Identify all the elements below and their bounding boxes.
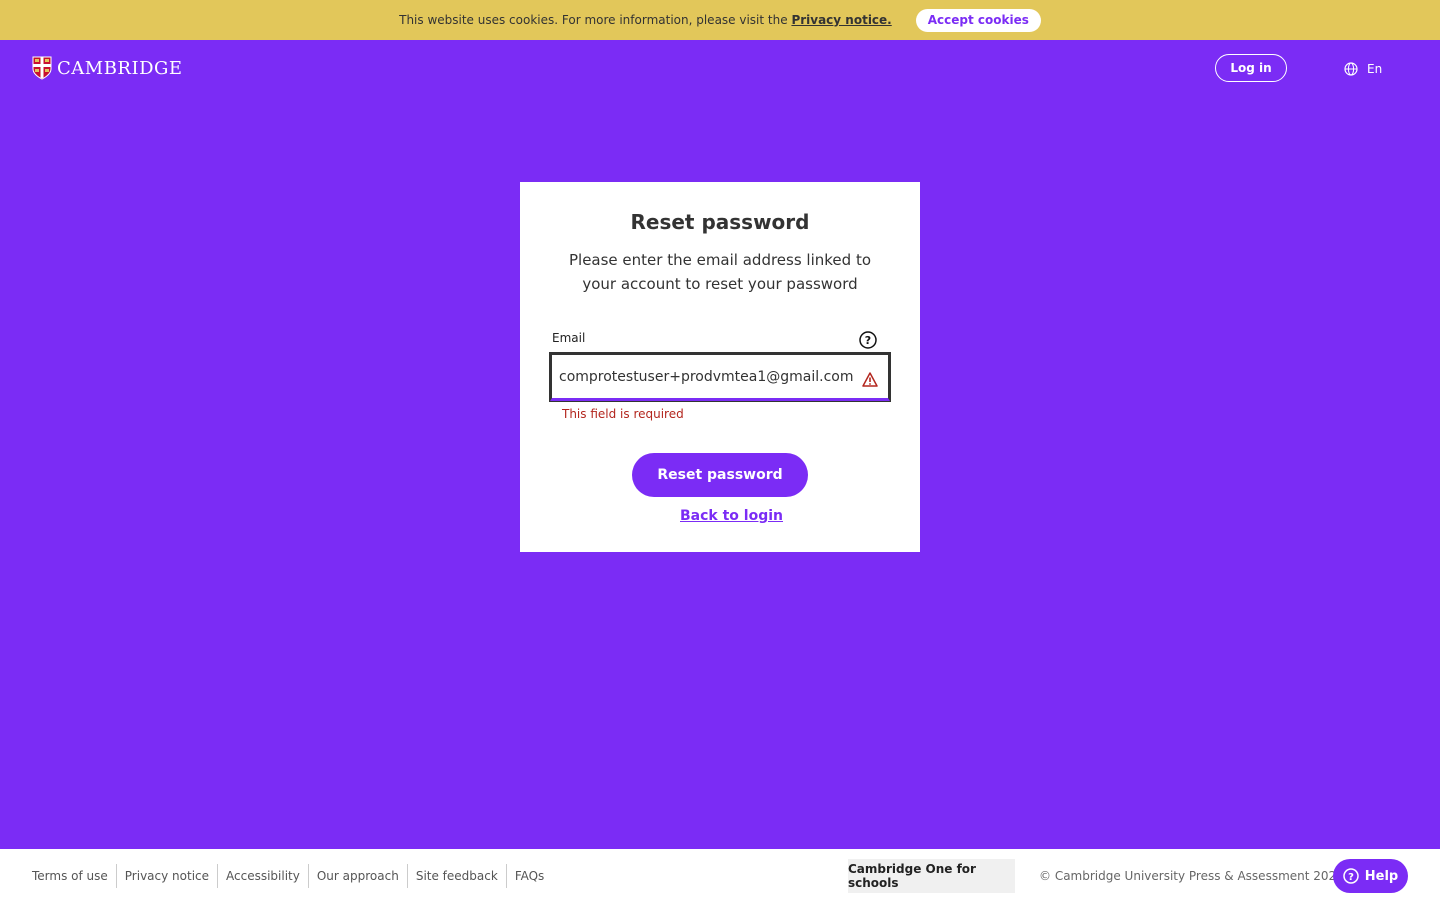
footer-link-feedback[interactable]: Site feedback xyxy=(406,864,506,888)
accept-cookies-button[interactable]: Accept cookies xyxy=(915,8,1041,32)
copyright-text: © Cambridge University Press & Assessmen… xyxy=(1039,869,1344,883)
instructions-text: Please enter the email address linked to… xyxy=(568,251,871,293)
svg-text:?: ? xyxy=(865,334,871,347)
cambridge-logo[interactable]: CAMBRIDGE xyxy=(32,56,183,80)
cookie-banner: This website uses cookies. For more info… xyxy=(0,0,1440,40)
email-label: Email xyxy=(552,331,586,345)
language-selector[interactable]: En xyxy=(1344,62,1382,76)
email-error-message: This field is required xyxy=(562,407,684,421)
back-to-login-link[interactable]: Back to login xyxy=(680,508,783,524)
product-badge: Cambridge One for schools xyxy=(848,859,1015,893)
help-circle-icon: ? xyxy=(1343,868,1359,884)
email-field-wrapper xyxy=(550,353,890,401)
warning-icon xyxy=(862,372,878,387)
footer-link-faqs[interactable]: FAQs xyxy=(505,864,553,888)
footer-link-accessibility[interactable]: Accessibility xyxy=(217,864,308,888)
globe-icon xyxy=(1344,62,1358,76)
cambridge-shield-icon xyxy=(32,56,52,80)
footer-links: Terms of use Privacy notice Accessibilit… xyxy=(32,864,552,888)
help-button[interactable]: ? Help xyxy=(1333,859,1408,893)
site-footer: Terms of use Privacy notice Accessibilit… xyxy=(0,849,1440,903)
help-label: Help xyxy=(1364,868,1399,884)
reset-password-card: Reset password Please enter the email ad… xyxy=(520,182,920,552)
cookie-message: This website uses cookies. For more info… xyxy=(399,13,892,27)
login-button[interactable]: Log in xyxy=(1215,54,1287,82)
footer-link-approach[interactable]: Our approach xyxy=(307,864,407,888)
cookie-text: This website uses cookies. For more info… xyxy=(399,13,788,27)
svg-text:?: ? xyxy=(1348,872,1354,883)
email-field[interactable] xyxy=(552,355,888,398)
footer-link-privacy[interactable]: Privacy notice xyxy=(115,864,217,888)
site-header: CAMBRIDGE Log in En xyxy=(0,40,1440,96)
reset-password-button[interactable]: Reset password xyxy=(632,453,808,497)
question-mark-icon[interactable]: ? xyxy=(859,331,877,349)
footer-link-terms[interactable]: Terms of use xyxy=(32,864,116,888)
privacy-notice-link[interactable]: Privacy notice. xyxy=(791,13,891,27)
logo-text: CAMBRIDGE xyxy=(57,57,183,79)
language-label: En xyxy=(1367,62,1383,76)
page-title: Reset password xyxy=(630,210,810,234)
